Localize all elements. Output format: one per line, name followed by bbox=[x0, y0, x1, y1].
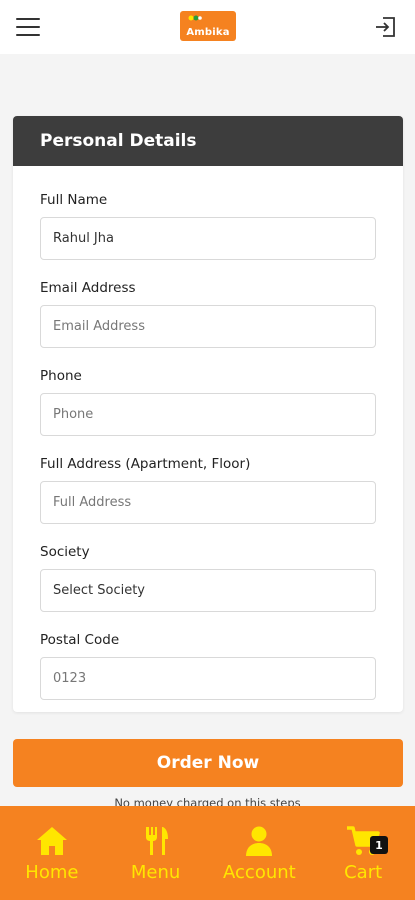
postal-code-input[interactable] bbox=[40, 657, 376, 700]
nav-label-account: Account bbox=[223, 861, 296, 883]
phone-field: Phone bbox=[40, 368, 376, 436]
card-title: Personal Details bbox=[40, 131, 197, 151]
society-field: Society Select Society bbox=[40, 544, 376, 612]
phone-input[interactable] bbox=[40, 393, 376, 436]
order-now-button[interactable]: Order Now bbox=[13, 739, 403, 787]
user-icon bbox=[246, 826, 273, 856]
nav-item-account[interactable]: Account bbox=[208, 806, 312, 900]
top-bar: Ambika bbox=[0, 0, 415, 54]
postal-code-label: Postal Code bbox=[40, 632, 120, 648]
address-input[interactable] bbox=[40, 481, 376, 524]
full-name-input[interactable] bbox=[40, 217, 376, 260]
card-header: Personal Details bbox=[13, 116, 403, 166]
personal-details-card: Personal Details Full Name Email Address… bbox=[13, 116, 403, 712]
personal-details-form: Full Name Email Address Phone Full Addre… bbox=[13, 166, 403, 700]
logo-text: Ambika bbox=[186, 27, 230, 38]
nav-item-cart[interactable]: Cart bbox=[311, 806, 415, 900]
app-logo[interactable]: Ambika bbox=[180, 11, 236, 41]
hamburger-icon[interactable] bbox=[16, 18, 40, 36]
nav-label-home: Home bbox=[25, 861, 79, 883]
postal-code-field: Postal Code bbox=[40, 632, 376, 700]
logout-icon[interactable] bbox=[373, 14, 399, 40]
email-label: Email Address bbox=[40, 280, 136, 296]
society-label: Society bbox=[40, 544, 90, 560]
home-icon bbox=[36, 826, 67, 855]
bottom-nav: Home Menu Account Cart bbox=[0, 806, 415, 900]
address-field: Full Address (Apartment, Floor) bbox=[40, 456, 376, 524]
cart-count-badge: 1 bbox=[370, 836, 388, 854]
phone-label: Phone bbox=[40, 368, 82, 384]
nav-item-menu[interactable]: Menu bbox=[104, 806, 208, 900]
logo-mark-icon bbox=[188, 15, 202, 21]
full-name-label: Full Name bbox=[40, 192, 108, 208]
nav-item-home[interactable]: Home bbox=[0, 806, 104, 900]
nav-label-menu: Menu bbox=[130, 861, 181, 883]
society-select[interactable]: Select Society bbox=[40, 569, 376, 612]
nav-label-cart: Cart bbox=[344, 861, 383, 883]
email-input[interactable] bbox=[40, 305, 376, 348]
full-name-field: Full Name bbox=[40, 192, 376, 260]
fork-knife-icon bbox=[145, 826, 168, 855]
email-field: Email Address bbox=[40, 280, 376, 348]
address-label: Full Address (Apartment, Floor) bbox=[40, 456, 251, 472]
